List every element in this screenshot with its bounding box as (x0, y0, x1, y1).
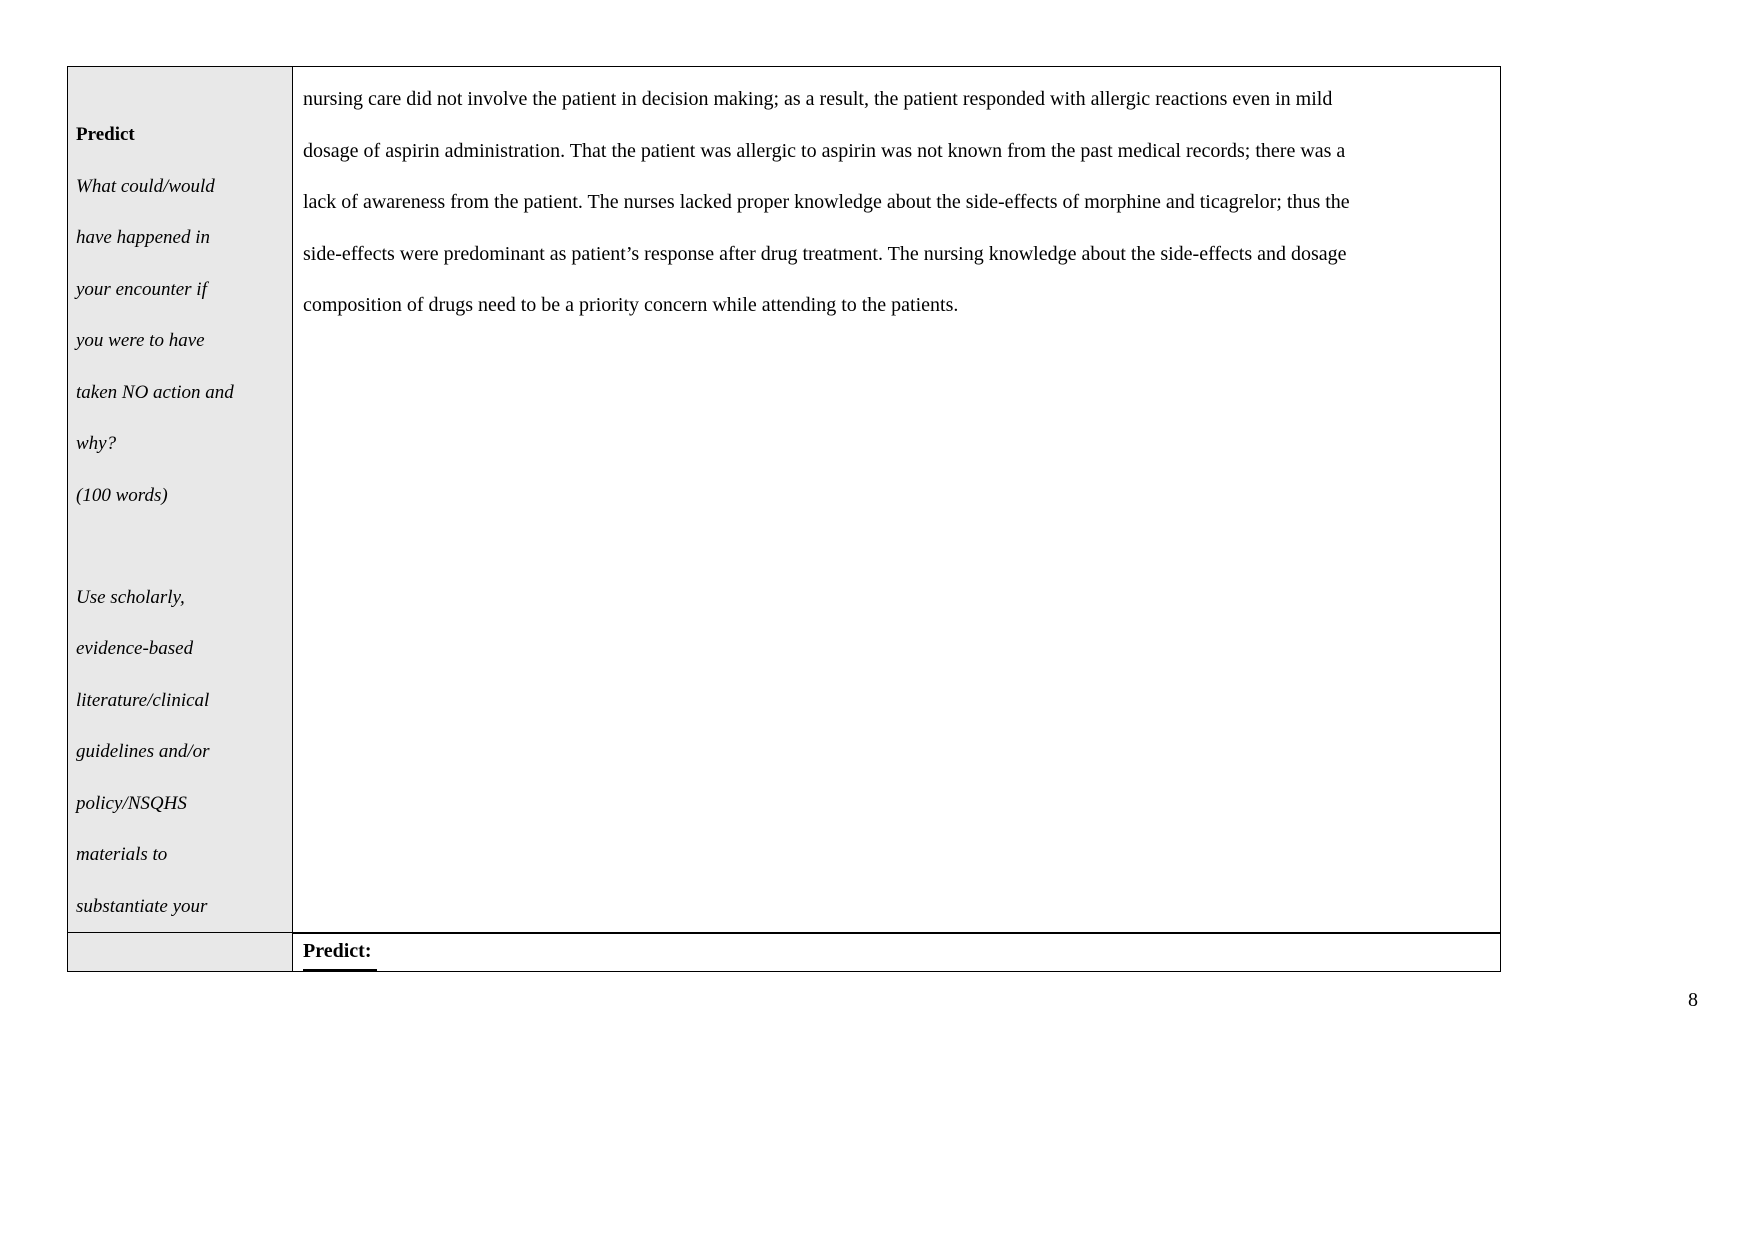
footer-predict-label: Predict: (303, 934, 377, 971)
prompt-line-3: your encounter if (76, 278, 207, 300)
body-line-3: lack of awareness from the patient. The … (303, 191, 1350, 213)
predict-table: Predict What could/would have happened i… (67, 66, 1501, 972)
footer-predict-cell: Predict: (292, 931, 1501, 972)
response-body-cell: nursing care did not involve the patient… (292, 66, 1501, 933)
prompt-line-11: guidelines and/or (76, 741, 210, 762)
page-number: 8 (1688, 989, 1698, 1011)
prompt-line-5: taken NO action and (76, 381, 234, 403)
body-line-5: composition of drugs need to be a priori… (303, 294, 959, 316)
prompt-line-10: literature/clinical (76, 689, 210, 711)
body-line-4: side-effects were predominant as patient… (303, 242, 1347, 265)
prompt-line-14: substantiate your (76, 895, 208, 917)
prompt-line-8: Use scholarly, (76, 586, 185, 608)
prompt-line-1: What could/would (76, 175, 215, 197)
table-row-footer: Predict: (67, 931, 1501, 972)
prompt-line-2: have happened in (76, 227, 211, 248)
prompt-heading: Predict (76, 124, 135, 145)
document-page: Predict What could/would have happened i… (0, 0, 1754, 1241)
prompt-line-13: materials to (76, 844, 168, 865)
body-line-1: nursing care did not involve the patient… (303, 88, 1333, 110)
prompt-line-7: (100 words) (76, 484, 168, 506)
prompt-instructions-cell: Predict What could/would have happened i… (67, 66, 293, 933)
prompt-line-12: policy/NSQHS (76, 792, 187, 814)
prompt-blank-line (76, 521, 284, 572)
prompt-line-6: why? (76, 433, 117, 454)
footer-empty-cell (67, 932, 293, 972)
body-line-2: dosage of aspirin administration. That t… (303, 139, 1346, 162)
table-row-main: Predict What could/would have happened i… (67, 66, 1501, 933)
prompt-line-4: you were to have (76, 330, 205, 351)
prompt-line-9: evidence-based (76, 638, 194, 659)
